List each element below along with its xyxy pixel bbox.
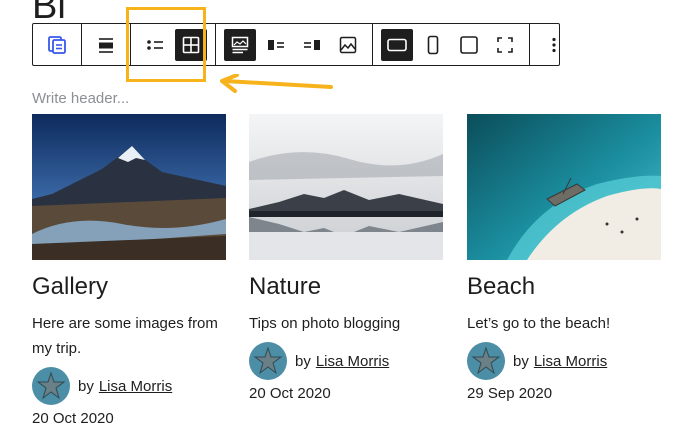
- query-loop-button[interactable]: [41, 29, 73, 61]
- square-ratio-button[interactable]: [453, 29, 485, 61]
- byline-prefix: by: [295, 352, 311, 370]
- media-left-icon: [268, 39, 284, 50]
- post-card: Beach Let’s go to the beach! by Lisa Mor…: [467, 114, 661, 404]
- media-top-button[interactable]: [224, 28, 256, 61]
- author-link[interactable]: Lisa Morris: [99, 378, 172, 395]
- landscape-ratio-button[interactable]: [381, 28, 413, 61]
- post-image-beach[interactable]: [467, 114, 661, 260]
- post-description: Tips on photo blogging: [249, 315, 401, 332]
- fullscreen-ratio-icon: [497, 36, 513, 53]
- portrait-ratio-button[interactable]: [417, 29, 449, 61]
- toolbar-group-media-position: [216, 24, 373, 65]
- media-left-button[interactable]: [260, 29, 292, 61]
- post-byline: by Lisa Morris: [32, 367, 226, 405]
- author-link[interactable]: Lisa Morris: [316, 353, 389, 370]
- byline-prefix: by: [513, 352, 529, 370]
- more-options-button[interactable]: [538, 29, 570, 61]
- media-top-icon: [231, 36, 249, 53]
- author-avatar: [467, 342, 505, 380]
- author-avatar: [32, 367, 70, 405]
- fullscreen-ratio-button[interactable]: [489, 29, 521, 61]
- byline-prefix: by: [78, 377, 94, 395]
- landscape-ratio-icon: [387, 38, 407, 51]
- more-options-icon: [552, 37, 556, 52]
- toolbar-group-block: [33, 24, 82, 65]
- toolbar-group-aspect-ratio: [373, 24, 530, 65]
- post-date: 20 Oct 2020: [249, 385, 331, 402]
- media-right-button[interactable]: [296, 29, 328, 61]
- post-description: Here are some images from my trip.: [32, 315, 218, 357]
- block-toolbar: [32, 23, 560, 66]
- post-title[interactable]: Beach: [467, 273, 661, 301]
- post-byline: by Lisa Morris: [467, 342, 661, 380]
- image-button[interactable]: [332, 29, 364, 61]
- query-loop-icon: [48, 35, 66, 54]
- annotation-highlight-box: [126, 7, 206, 82]
- post-date: 20 Oct 2020: [32, 410, 114, 427]
- header-placeholder[interactable]: Write header...: [32, 90, 129, 107]
- align-icon: [99, 37, 113, 53]
- post-date: 29 Sep 2020: [467, 385, 553, 402]
- media-right-icon: [304, 39, 320, 50]
- post-image-mountain[interactable]: [32, 114, 226, 260]
- post-title[interactable]: Gallery: [32, 273, 226, 301]
- annotation-arrow-icon: [220, 74, 333, 93]
- post-card: Nature Tips on photo blogging by Lisa Mo…: [249, 114, 443, 404]
- author-avatar: [249, 342, 287, 380]
- post-byline: by Lisa Morris: [249, 342, 443, 380]
- post-title[interactable]: Nature: [249, 273, 443, 301]
- align-button[interactable]: [90, 29, 122, 61]
- post-description: Let’s go to the beach!: [467, 315, 611, 332]
- toolbar-group-more: [530, 24, 578, 65]
- toolbar-group-align: [82, 24, 131, 65]
- post-card: Gallery Here are some images from my tri…: [32, 114, 226, 429]
- portrait-ratio-icon: [427, 35, 439, 54]
- image-icon: [339, 36, 357, 53]
- square-ratio-icon: [460, 35, 478, 54]
- post-image-lake[interactable]: [249, 114, 443, 260]
- author-link[interactable]: Lisa Morris: [534, 353, 607, 370]
